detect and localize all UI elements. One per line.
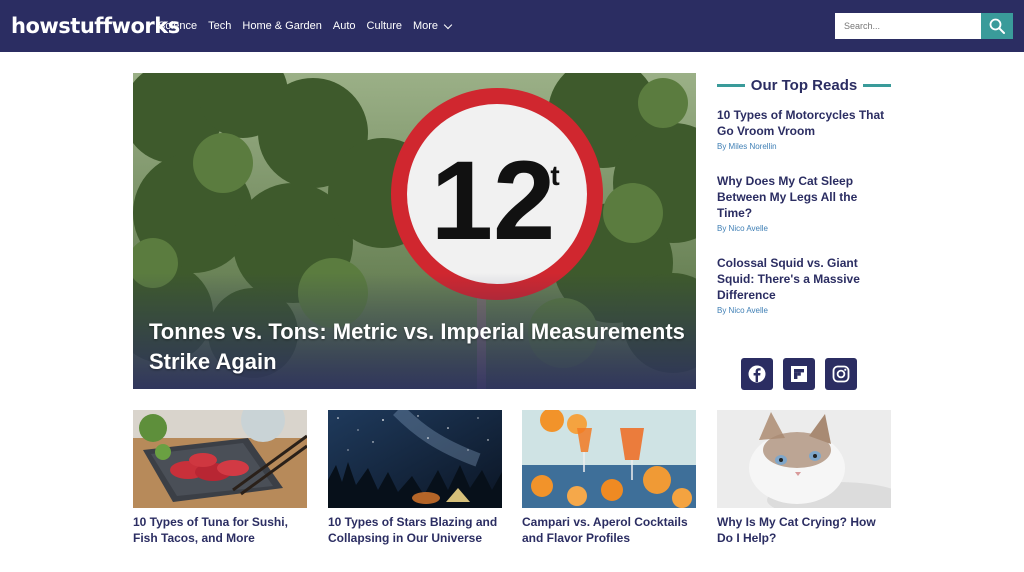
heading-rule	[863, 83, 891, 87]
svg-text:12: 12	[431, 138, 556, 263]
chevron-down-icon	[443, 20, 453, 29]
top-read-title[interactable]: Colossal Squid vs. Giant Squid: There's …	[717, 255, 895, 303]
top-read-title[interactable]: 10 Types of Motorcycles That Go Vroom Vr…	[717, 107, 895, 139]
svg-text:t: t	[550, 160, 559, 191]
top-read-byline[interactable]: By Nico Avelle	[717, 224, 895, 233]
instagram-icon	[832, 365, 850, 383]
card-image-tuna	[133, 410, 307, 508]
top-read-item[interactable]: Colossal Squid vs. Giant Squid: There's …	[717, 255, 895, 315]
site-header: howstuffworks Science Tech Home & Garden…	[0, 0, 1024, 52]
site-logo[interactable]: howstuffworks	[11, 14, 180, 38]
article-card[interactable]: Campari vs. Aperol Cocktails and Flavor …	[522, 410, 696, 546]
nav-item-home-garden[interactable]: Home & Garden	[242, 20, 321, 32]
search-input[interactable]	[835, 13, 981, 39]
top-read-title[interactable]: Why Does My Cat Sleep Between My Legs Al…	[717, 173, 895, 221]
top-reads-heading: Our Top Reads	[717, 76, 891, 94]
main-nav: Science Tech Home & Garden Auto Culture …	[158, 0, 453, 52]
card-image-cat	[717, 410, 891, 508]
flipboard-link[interactable]	[783, 358, 815, 390]
card-title[interactable]: 10 Types of Stars Blazing and Collapsing…	[328, 514, 502, 546]
search-button[interactable]	[981, 13, 1013, 39]
facebook-icon	[748, 365, 766, 383]
card-title[interactable]: 10 Types of Tuna for Sushi, Fish Tacos, …	[133, 514, 307, 546]
card-title[interactable]: Campari vs. Aperol Cocktails and Flavor …	[522, 514, 696, 546]
instagram-link[interactable]	[825, 358, 857, 390]
top-read-byline[interactable]: By Nico Avelle	[717, 306, 895, 315]
heading-rule	[717, 83, 745, 87]
card-image-cocktails	[522, 410, 696, 508]
article-card[interactable]: 10 Types of Stars Blazing and Collapsing…	[328, 410, 502, 546]
flipboard-icon	[791, 366, 807, 382]
card-image-stars	[328, 410, 502, 508]
top-read-item[interactable]: 10 Types of Motorcycles That Go Vroom Vr…	[717, 107, 895, 151]
article-card[interactable]: 10 Types of Tuna for Sushi, Fish Tacos, …	[133, 410, 307, 546]
nav-item-auto[interactable]: Auto	[333, 20, 356, 32]
nav-item-tech[interactable]: Tech	[208, 20, 231, 32]
card-title[interactable]: Why Is My Cat Crying? How Do I Help?	[717, 514, 891, 546]
nav-more-menu[interactable]: More	[412, 20, 453, 32]
article-card[interactable]: Why Is My Cat Crying? How Do I Help?	[717, 410, 891, 546]
nav-item-science[interactable]: Science	[158, 20, 197, 32]
nav-more-label: More	[412, 20, 439, 32]
search-icon	[989, 18, 1005, 34]
top-reads-title: Our Top Reads	[750, 76, 858, 94]
top-read-item[interactable]: Why Does My Cat Sleep Between My Legs Al…	[717, 173, 895, 233]
hero-title[interactable]: Tonnes vs. Tons: Metric vs. Imperial Mea…	[149, 317, 689, 377]
nav-item-culture[interactable]: Culture	[367, 20, 402, 32]
hero-article[interactable]: 12 t Tonnes vs. Tons: Metric vs. Imperia…	[133, 73, 696, 389]
facebook-link[interactable]	[741, 358, 773, 390]
top-read-byline[interactable]: By Miles Norellin	[717, 142, 895, 151]
